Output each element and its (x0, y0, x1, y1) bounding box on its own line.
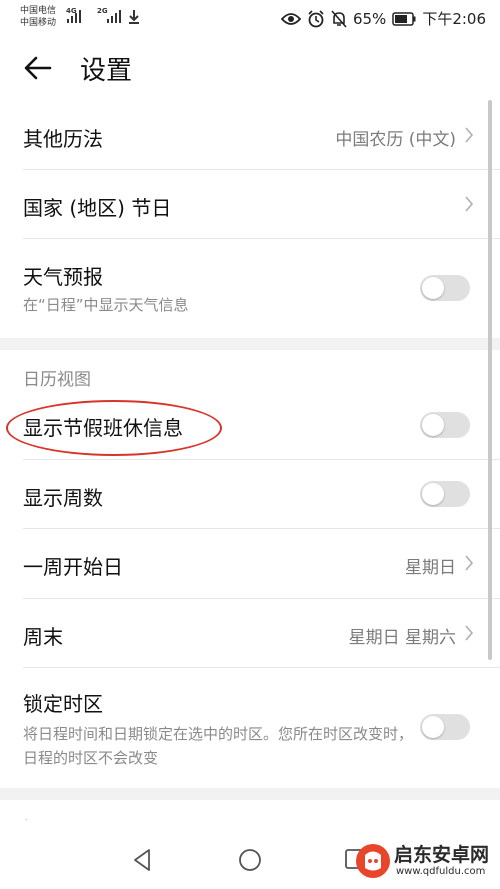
show-holiday-info-toggle[interactable] (420, 412, 470, 438)
week-start-value: 星期日 (405, 558, 456, 578)
holidays-label: 国家 (地区) 节日 (23, 196, 172, 220)
chevron-right-icon (465, 555, 474, 571)
nav-home-icon[interactable] (238, 848, 262, 872)
show-week-numbers-label: 显示周数 (23, 486, 103, 510)
nav-back-icon[interactable] (133, 848, 151, 872)
watermark-title: 启东安卓网 (394, 844, 490, 866)
general-settings-section: 其他历法 中国农历 (中文) 国家 (地区) 节日 天气预报 在“日程”中显示天… (0, 100, 500, 338)
row-weather: 天气预报 在“日程”中显示天气信息 (0, 239, 500, 338)
week-start-label: 一周开始日 (23, 555, 123, 579)
alarm-icon (308, 9, 324, 27)
battery-icon (392, 11, 416, 26)
chevron-right-icon (465, 127, 474, 143)
app-bar: 设置 (0, 36, 500, 100)
row-week-start[interactable]: 一周开始日 星期日 (0, 529, 500, 599)
toggle-knob (422, 414, 444, 436)
row-other-calendar[interactable]: 其他历法 中国农历 (中文) (0, 100, 500, 170)
toggle-knob (422, 277, 444, 299)
carrier-2: 中国移动 (20, 18, 57, 28)
mute-icon (331, 9, 347, 28)
weekend-label: 周末 (23, 625, 63, 649)
annotation-circle (6, 400, 222, 456)
row-holidays[interactable]: 国家 (地区) 节日 (0, 170, 500, 239)
row-weekend[interactable]: 周末 星期日 星期六 (0, 599, 500, 668)
lock-timezone-description: 将日程时间和日期锁定在选中的时区。您所在时区改变时，日程的时区不会改变 (23, 725, 414, 767)
status-icons: 65% 下午2:06 (280, 8, 486, 29)
toggle-knob (422, 716, 444, 738)
weather-toggle[interactable] (420, 275, 470, 301)
eye-icon (280, 12, 301, 25)
other-calendar-value: 中国农历 (中文) (335, 130, 456, 150)
reminder-section: 提醒 (0, 800, 500, 839)
scrollbar[interactable] (488, 100, 492, 660)
watermark-logo-icon (356, 844, 390, 878)
status-bar: 中国电信 中国移动 4G 2G 65% 下午2:06 (0, 0, 500, 36)
chevron-right-icon (465, 196, 474, 212)
weather-label: 天气预报 (23, 265, 103, 289)
signal-icon-2 (107, 10, 121, 23)
toggle-knob (422, 483, 444, 505)
row-show-week-numbers: 显示周数 (0, 460, 500, 529)
lock-timezone-label: 锁定时区 (23, 692, 103, 716)
show-week-numbers-toggle[interactable] (420, 481, 470, 507)
watermark-url: www.qdfuldu.com (396, 866, 486, 877)
row-lock-timezone: 锁定时区 将日程时间和日期锁定在选中的时区。您所在时区改变时，日程的时区不会改变 (0, 668, 500, 788)
calendar-view-header: 日历视图 (23, 370, 91, 390)
battery-percent: 65% (352, 9, 387, 28)
signal-icon (67, 10, 81, 23)
back-arrow-icon[interactable] (22, 52, 54, 84)
clock-time: 下午2:06 (422, 10, 486, 28)
chevron-right-icon (465, 625, 474, 641)
weekend-value: 星期日 星期六 (348, 628, 456, 648)
download-icon (129, 10, 139, 24)
carrier-names: 中国电信 中国移动 (20, 5, 56, 29)
carrier-1: 中国电信 (20, 6, 57, 16)
weather-description: 在“日程”中显示天气信息 (23, 296, 189, 314)
page-title: 设置 (80, 56, 133, 86)
other-calendar-label: 其他历法 (23, 127, 103, 151)
watermark: 启东安卓网 www.qdfuldu.com (354, 838, 494, 884)
lock-timezone-toggle[interactable] (420, 714, 470, 740)
